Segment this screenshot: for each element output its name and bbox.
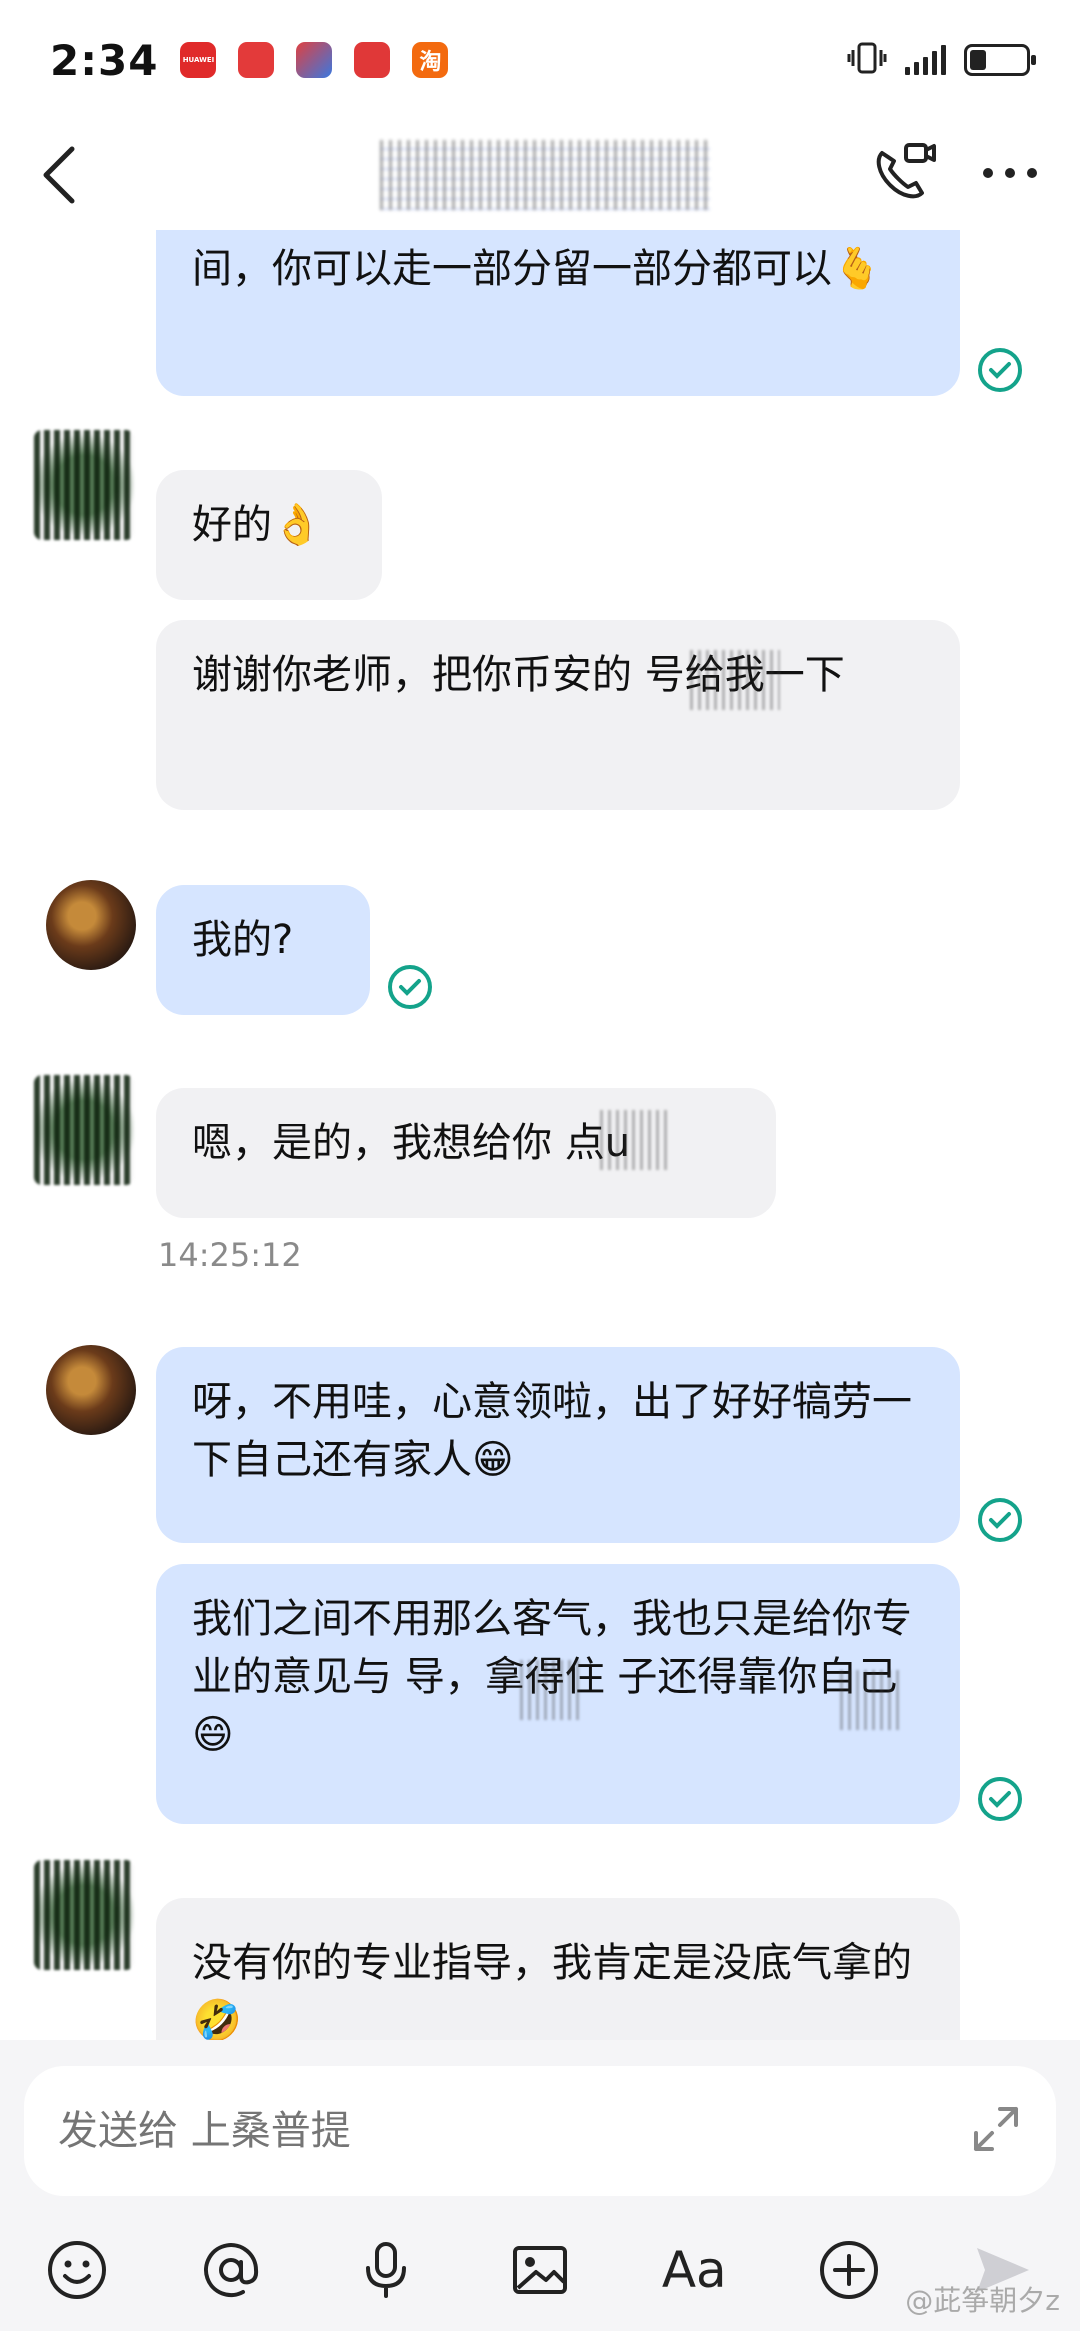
more-options-icon[interactable] [980,163,1040,187]
read-check-icon [388,965,432,1009]
redaction-mosaic [520,1660,580,1720]
read-check-icon [978,1498,1022,1542]
chat-header [0,120,1080,230]
message-input-box[interactable] [24,2066,1056,2196]
avatar-contact[interactable] [34,1075,134,1185]
message-text: 呀，不用哇，心意领啦，出了好好犒劳一下自己还有家人😁 [192,1379,912,1483]
message-bubble-me[interactable]: 间，你可以走一部分留一部分都可以🫰 [156,230,960,396]
message-bubble-other[interactable]: 谢谢你老师，把你币安的 号给我一下 [156,620,960,810]
message-text: 我的? [192,917,294,963]
avatar-me[interactable] [46,880,136,970]
signal-icon [905,45,946,75]
avatar-contact[interactable] [34,430,134,540]
header-actions [872,143,1040,207]
message-bubble-other[interactable]: 没有你的专业指导，我肯定是没底气拿的🤣 [156,1898,960,2040]
back-button[interactable] [40,145,100,205]
redaction-mosaic [840,1670,900,1730]
red-app-icon-2 [354,42,391,78]
battery-icon [964,44,1036,76]
message-bubble-me[interactable]: 我的? [156,885,370,1015]
message-timestamp: 14:25:12 [158,1236,302,1274]
redaction-mosaic [690,650,780,710]
red-app-icon [238,42,275,78]
message-input[interactable] [56,2107,968,2155]
status-bar: 2:34 HUAWEI 淘 [0,0,1080,120]
emoji-icon[interactable] [42,2235,112,2305]
message-bubble-me[interactable]: 呀，不用哇，心意领啦，出了好好犒劳一下自己还有家人😁 [156,1347,960,1543]
avatar-me[interactable] [46,1345,136,1435]
input-area: Aa @茈筝朝夕z [0,2040,1080,2331]
read-check-icon [978,1777,1022,1821]
message-bubble-other[interactable]: 嗯，是的，我想给你 点u [156,1088,776,1218]
status-right [847,40,1036,80]
huawei-app-icon: HUAWEI [180,42,217,78]
clown-app-icon [296,42,333,78]
text-format-icon[interactable]: Aa [659,2235,729,2305]
taobao-app-icon: 淘 [412,42,449,78]
vibrate-icon [847,40,887,80]
redaction-mosaic [600,1110,670,1170]
chat-title-obscured [380,140,710,210]
message-text: 间，你可以走一部分留一部分都可以🫰 [192,246,882,292]
status-left: 2:34 HUAWEI 淘 [50,35,449,85]
message-text: 嗯，是的，我想给你 点u [192,1120,631,1166]
watermark: @茈筝朝夕z [905,2284,1060,2317]
mention-icon[interactable] [196,2235,266,2305]
expand-icon[interactable] [968,2101,1024,2161]
video-call-icon[interactable] [872,143,936,207]
read-check-icon [978,348,1022,392]
message-bubble-other[interactable]: 好的👌 [156,470,382,600]
chat-messages[interactable]: 间，你可以走一部分留一部分都可以🫰 好的👌 谢谢你老师，把你币安的 号给我一下 … [0,230,1080,2040]
image-icon[interactable] [505,2235,575,2305]
add-icon[interactable] [814,2235,884,2305]
status-time: 2:34 [50,35,159,85]
message-text: 没有你的专业指导，我肯定是没底气拿的🤣 [192,1940,912,2040]
avatar-contact[interactable] [34,1860,134,1970]
microphone-icon[interactable] [351,2235,421,2305]
message-text: 好的👌 [192,502,322,548]
